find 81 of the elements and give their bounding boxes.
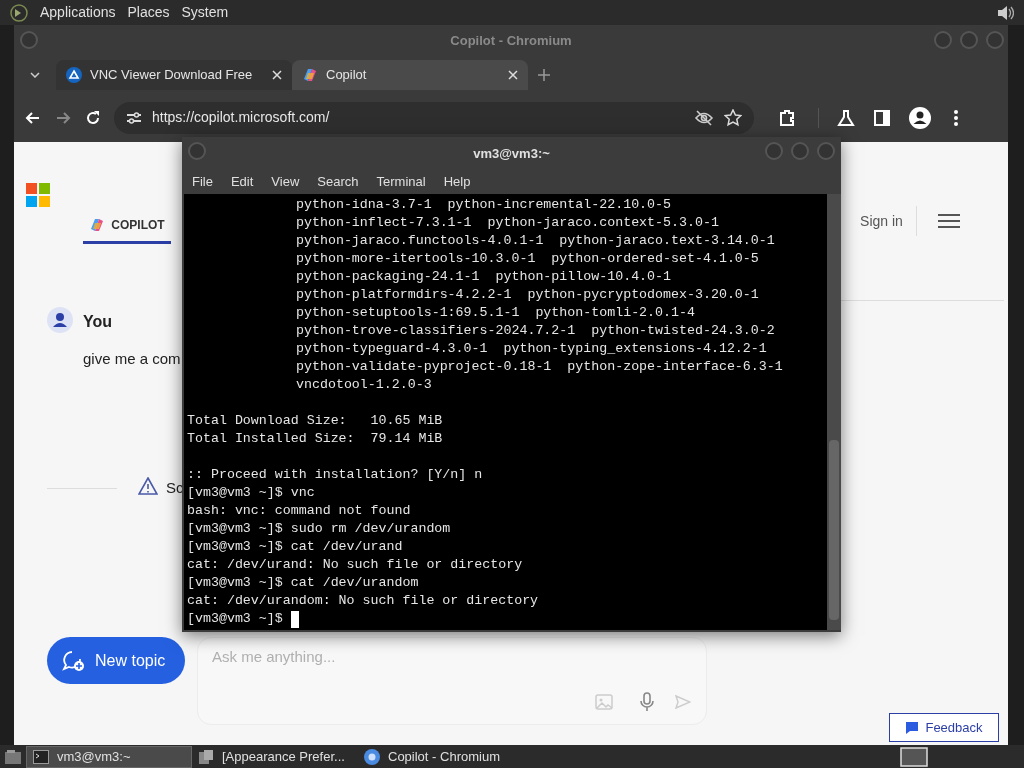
comment-icon xyxy=(905,720,920,735)
extensions-icon[interactable] xyxy=(778,108,796,127)
site-settings-icon[interactable] xyxy=(126,110,142,125)
terminal-line: python-trove-classifiers-2024.7.2-1 python-twisted-24.3.0-2 xyxy=(295,322,775,340)
sign-in-button[interactable]: Sign in xyxy=(847,206,917,236)
new-tab-icon[interactable] xyxy=(538,69,550,81)
panel-menu[interactable]: System xyxy=(181,2,229,23)
favicon-icon xyxy=(66,67,82,83)
terminal-menu[interactable]: Terminal xyxy=(376,172,426,192)
terminal-line: [vm3@vm3 ~]$ sudo rm /dev/urandom xyxy=(186,520,451,538)
terminal-line: python-idna-3.7-1 python-incremental-22.10.0-5 xyxy=(295,196,672,214)
terminal-line: python-inflect-7.3.1-1 python-jaraco.context-5.3.0-1 xyxy=(295,214,719,232)
terminal-line: [vm3@vm3 ~]$ cat /dev/urand xyxy=(186,538,403,556)
reload-icon[interactable] xyxy=(84,108,102,127)
chat-input-field[interactable]: Ask me anything... xyxy=(197,637,707,725)
show-desktop-icon[interactable] xyxy=(4,748,22,765)
copilot-logo-icon xyxy=(302,67,318,83)
profile-icon[interactable] xyxy=(909,106,931,129)
volume-icon[interactable] xyxy=(996,3,1014,22)
feedback-button[interactable]: Feedback xyxy=(889,713,999,742)
taskbar-item[interactable]: [Appearance Prefer... xyxy=(192,745,358,768)
browser-tab[interactable]: Copilot xyxy=(292,60,528,90)
terminal-line: Total Installed Size: 79.14 MiB xyxy=(186,430,443,448)
terminal-line: [vm3@vm3 ~]$ cat /dev/urandom xyxy=(186,574,419,592)
tab-title: Copilot xyxy=(326,66,368,85)
terminal-line: [vm3@vm3 ~]$ vnc xyxy=(186,484,315,502)
terminal-line: python-validate-pyproject-0.18-1 python-zope-interface-6.3-1 xyxy=(295,358,783,376)
terminal-line: cat: /dev/urand: No such file or directory xyxy=(186,556,523,574)
terminal-line: python-jaraco.functools-4.0.1-1 python-jaraco.text-3.14.0-1 xyxy=(295,232,775,250)
taskbar-item[interactable]: Copilot - Chromium xyxy=(358,745,524,768)
panel-menu[interactable]: Places xyxy=(127,2,170,23)
window-title: Copilot - Chromium xyxy=(450,32,572,51)
terminal-line: python-platformdirs-4.2.2-1 python-pycryptodomex-3.20.0-1 xyxy=(295,286,759,304)
copilot-tab[interactable]: COPILOT xyxy=(83,209,171,244)
warning-icon xyxy=(138,477,158,495)
tab-search-icon[interactable] xyxy=(30,72,40,78)
terminal-line: cat: /dev/urandom: No such file or directory xyxy=(186,592,539,610)
terminal-menu[interactable]: Search xyxy=(317,172,359,192)
taskbar-item[interactable]: vm3@vm3:~ xyxy=(26,745,192,768)
distro-logo-icon[interactable] xyxy=(10,3,28,22)
terminal-line: python-more-itertools-10.3.0-1 python-ordered-set-4.1.0-5 xyxy=(295,250,759,268)
flask-icon[interactable] xyxy=(837,108,855,127)
message-text: give me a com xyxy=(83,349,181,369)
eye-slash-icon[interactable] xyxy=(694,109,714,126)
chromium-icon xyxy=(364,748,380,765)
microphone-icon[interactable] xyxy=(640,692,654,712)
copilot-logo-icon xyxy=(89,217,106,233)
scrollbar[interactable] xyxy=(827,194,841,630)
terminal-menu[interactable]: View xyxy=(271,172,300,192)
terminal-line: bash: vnc: command not found xyxy=(186,502,411,520)
terminal-icon xyxy=(33,749,49,764)
terminal-menu[interactable]: Edit xyxy=(230,172,254,192)
new-chat-icon xyxy=(61,648,85,673)
terminal-line: Total Download Size: 10.65 MiB xyxy=(186,412,443,430)
window-title: vm3@vm3:~ xyxy=(473,144,550,163)
terminal-line: python-typeguard-4.3.0-1 python-typing_extensions-4.12.2-1 xyxy=(295,340,767,358)
notice-text: Sc xyxy=(166,478,184,498)
author-name: You xyxy=(83,312,113,332)
close-icon[interactable] xyxy=(272,70,282,80)
tab-title: VNC Viewer Download Free xyxy=(90,66,254,85)
workspace-icon[interactable] xyxy=(900,746,928,767)
menu-icon[interactable] xyxy=(938,214,960,228)
terminal-menu[interactable]: File xyxy=(192,172,213,192)
url-text: https://copilot.microsoft.com/ xyxy=(152,108,331,127)
terminal-line: [vm3@vm3 ~]$ xyxy=(187,610,283,628)
new-topic-button[interactable]: New topic xyxy=(47,637,185,684)
microsoft-logo-icon xyxy=(26,183,50,207)
side-panel-icon[interactable] xyxy=(873,108,891,127)
terminal-line: python-packaging-24.1-1 python-pillow-10.4.0-1 xyxy=(295,268,672,286)
close-icon[interactable] xyxy=(508,70,518,80)
menu-icon[interactable] xyxy=(953,108,959,127)
terminal-menu[interactable]: Help xyxy=(443,172,471,192)
terminal-line: :: Proceed with installation? [Y/n] n xyxy=(186,466,483,484)
preferences-icon xyxy=(198,748,214,765)
bookmark-star-icon[interactable] xyxy=(724,108,742,127)
terminal-line: vncdotool-1.2.0-3 xyxy=(295,376,432,394)
address-bar[interactable]: https://copilot.microsoft.com/ xyxy=(114,101,754,134)
panel-menu[interactable]: Applications xyxy=(40,2,116,23)
browser-tab[interactable]: VNC Viewer Download Free xyxy=(56,60,292,90)
terminal-line: python-setuptools-1:69.5.1-1 python-tomli-2.0.1-4 xyxy=(295,304,695,322)
user-avatar-icon xyxy=(47,307,73,333)
